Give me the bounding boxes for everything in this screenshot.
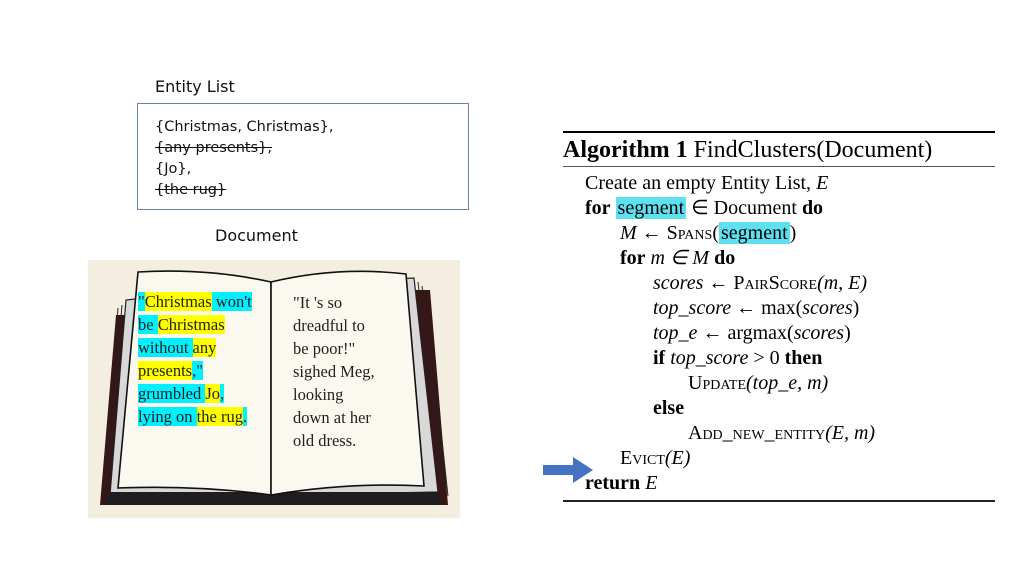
entity-list-items: {Christmas, Christmas}, {any presents}, {J… <box>155 117 334 201</box>
non-mention-highlight: , <box>220 384 225 403</box>
algo-line-top-score: top_score ← max(scores) <box>653 297 860 319</box>
left-page-line: lying on the rug. <box>138 405 252 428</box>
right-page-line: down at her <box>293 408 371 427</box>
left-page-line: be Christmas <box>138 313 252 336</box>
left-page-line: without any <box>138 336 252 359</box>
non-mention-highlight: lying on <box>138 407 197 426</box>
algo-line-for-m: for m ∈ M do <box>620 247 736 269</box>
algorithm-body: Create an empty Entity List, E for segme… <box>563 167 995 500</box>
non-mention-highlight: " <box>138 292 145 311</box>
non-mention-highlight: without <box>138 338 193 357</box>
right-page-line: sighed Meg, <box>293 362 375 381</box>
right-arrow-icon <box>543 457 595 488</box>
algo-line-pairscore: scores ← PairScore(m, E) <box>653 272 868 294</box>
document-title: Document <box>215 226 298 245</box>
left-page-line: presents," <box>138 359 252 382</box>
mention-highlight: Jo <box>205 384 221 403</box>
algorithm-bottom-rule <box>563 500 995 502</box>
segment-highlight: segment <box>718 222 790 244</box>
algo-line-if: if top_score > 0 then <box>653 347 823 369</box>
non-mention-highlight: . <box>242 407 248 426</box>
right-page-line: "It 's so <box>293 293 343 312</box>
mention-highlight: Christmas <box>144 292 212 311</box>
left-page-line: grumbled Jo, <box>138 382 252 405</box>
entity-item-evicted: {any presents}, <box>155 140 272 156</box>
non-mention-highlight: be <box>138 315 158 334</box>
entity-list-title: Entity List <box>155 77 235 96</box>
entity-item-evicted: {the rug} <box>155 182 227 198</box>
open-book-illustration: "Christmas won't be Christmas without any… <box>88 260 460 518</box>
non-mention-highlight: grumbled <box>138 384 206 403</box>
algorithm-name: FindClusters(Document) <box>693 137 933 163</box>
algo-line-else: else <box>653 397 685 419</box>
right-page-line: be poor!" <box>293 339 356 358</box>
entity-item: {Christmas, Christmas}, <box>155 119 334 135</box>
algorithm-label: Algorithm 1 <box>563 137 688 163</box>
left-page-line: "Christmas won't <box>138 290 252 313</box>
mention-highlight: any <box>192 338 217 357</box>
right-page-line: dreadful to <box>293 316 365 335</box>
algo-line-add-new-entity: Add_new_entity(E, m) <box>688 422 876 444</box>
algo-line-create: Create an empty Entity List, E <box>585 172 829 194</box>
mention-highlight: Christmas <box>157 315 225 334</box>
segment-highlight: segment <box>615 197 687 219</box>
algo-line-top-e: top_e ← argmax(scores) <box>653 322 851 344</box>
right-page-line: old dress. <box>293 431 357 450</box>
algorithm-box: Algorithm 1 FindClusters(Document) Creat… <box>563 131 995 502</box>
algo-line-return: return E <box>585 472 658 494</box>
right-page-text: "It 's so dreadful to be poor!" sighed Meg,… <box>293 291 375 452</box>
mention-highlight: the rug <box>196 407 243 426</box>
non-mention-highlight: ," <box>192 361 203 380</box>
entity-item: {Jo}, <box>155 161 192 177</box>
algo-line-evict: Evict(E) <box>620 447 691 469</box>
algo-line-spans: M ← Spans(segment) <box>620 222 797 244</box>
algo-line-for-segment: for segment ∈ Document do <box>585 197 824 219</box>
left-page-text: "Christmas won't be Christmas without any… <box>138 290 252 428</box>
non-mention-highlight: won't <box>211 292 252 311</box>
right-page-line: looking <box>293 385 344 404</box>
algo-line-update: Update(top_e, m) <box>688 372 829 394</box>
mention-highlight: presents <box>138 361 193 380</box>
algorithm-header: Algorithm 1 FindClusters(Document) <box>563 133 995 166</box>
